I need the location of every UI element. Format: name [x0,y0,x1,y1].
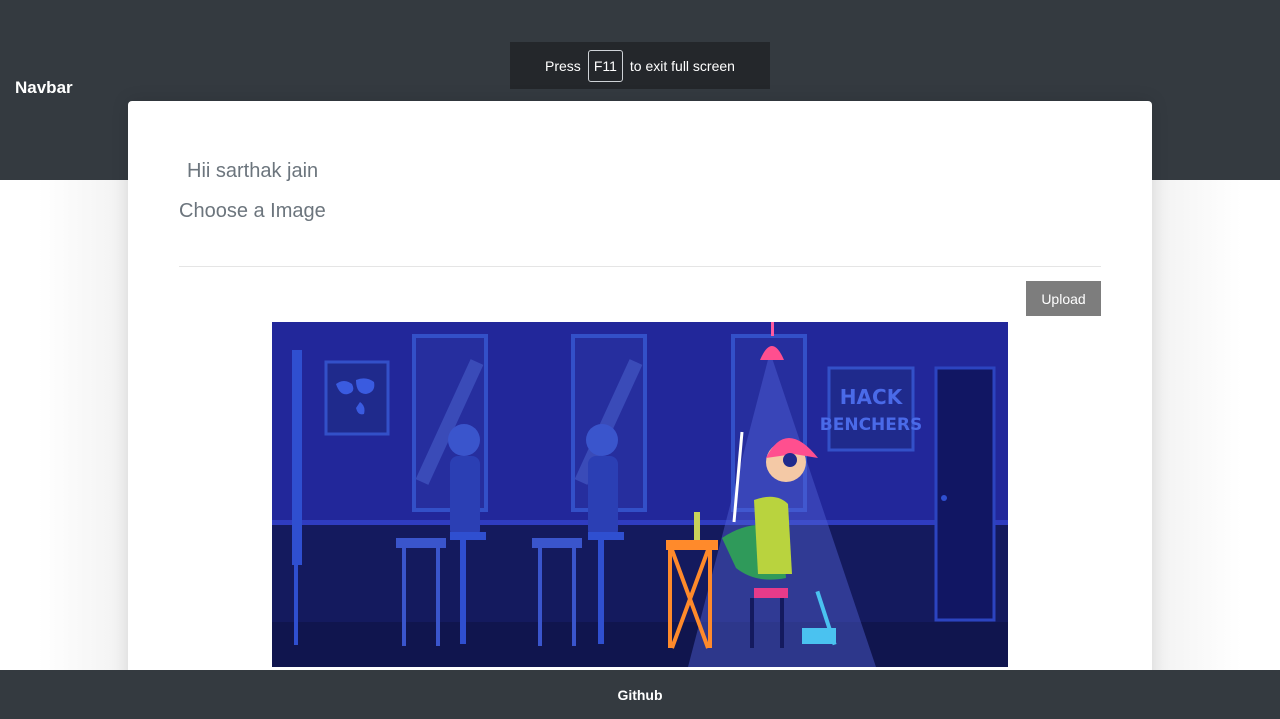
image-preview: HACK BENCHERS [272,322,1008,667]
fullscreen-press-text: Press [545,57,581,74]
sign-line-1: HACK [840,385,904,409]
f11-key-badge: F11 [587,49,623,82]
footer: Github [0,670,1280,719]
fullscreen-suffix-text: to exit full screen [629,57,735,74]
upload-button[interactable]: Upload [1026,281,1101,316]
navbar-brand[interactable]: Navbar [15,78,73,98]
page-backdrop-right [1152,180,1280,670]
file-chooser-label[interactable]: Choose a Image [179,200,326,223]
divider [179,266,1101,267]
upload-card: Hii sarthak jain Choose a Image Upload H… [128,101,1152,701]
github-link[interactable]: Github [617,687,662,703]
user-greeting: Hii sarthak jain [187,160,319,182]
sign-line-2: BENCHERS [820,415,922,435]
fullscreen-notice: Press F11 to exit full screen [510,42,770,89]
page-backdrop-left [0,180,128,670]
preview-illustration: HACK BENCHERS [272,322,1008,667]
